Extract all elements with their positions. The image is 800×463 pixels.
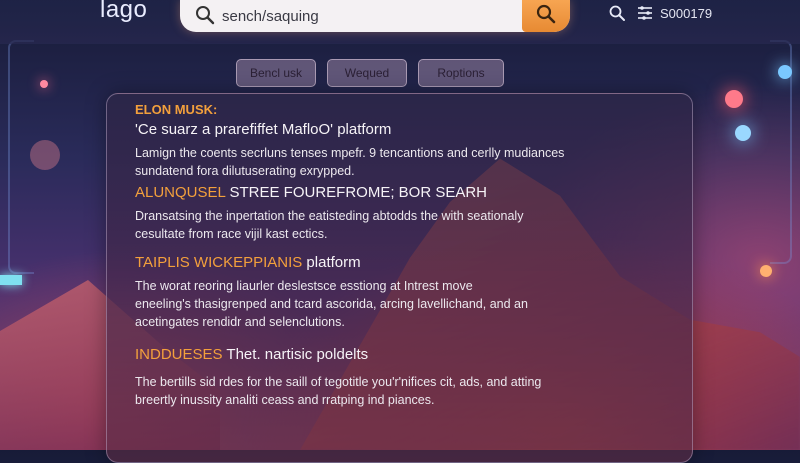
- result-item[interactable]: ELON MUSK: 'Ce suarz a prarefiffet Maflo…: [135, 102, 675, 180]
- result-title[interactable]: ALUNQUSEL STREE FOUREFROME; BOR SEARH: [135, 184, 675, 201]
- filter-bar: Bencl usk Wequed Roptions: [236, 59, 504, 87]
- filter-button-2[interactable]: Wequed: [327, 59, 407, 87]
- result-description: The bertills sid rdes for the saill of t…: [135, 373, 675, 409]
- result-description-line: Dransatsing the inpertation the eatisted…: [135, 209, 524, 223]
- bokeh-light: [760, 265, 772, 277]
- filter-icon[interactable]: [636, 4, 654, 22]
- result-item[interactable]: TAIPLIS WICKEPPIANIS platform The worat …: [135, 254, 675, 331]
- result-description: The worat reoring liaurler deslestsce es…: [135, 277, 675, 331]
- result-tag: ELON MUSK:: [135, 102, 218, 117]
- result-title[interactable]: 'Ce suarz a prarefiffet MafloO' platform: [135, 121, 675, 138]
- result-description-line: The worat reoring liaurler deslestsce es…: [135, 279, 473, 293]
- search-button[interactable]: [522, 0, 570, 32]
- result-description: Dransatsing the inpertation the eatisted…: [135, 207, 675, 243]
- result-title-rest: Thet. nartisic poldelts: [222, 346, 369, 363]
- bokeh-light: [30, 140, 60, 170]
- bokeh-light: [40, 80, 48, 88]
- result-title-highlight: TAIPLIS WICKEPPIANIS: [135, 254, 303, 271]
- search-bar[interactable]: [180, 0, 570, 32]
- result-description-line: sundatend fora dilutuserating exrypped.: [135, 164, 355, 178]
- glow-bar-left: [0, 275, 22, 285]
- search-icon: [194, 4, 216, 26]
- filter-button-3[interactable]: Roptions: [418, 59, 504, 87]
- result-description-line: The bertills sid rdes for the saill of t…: [135, 375, 542, 389]
- search-icon: [535, 3, 557, 30]
- result-title[interactable]: INDDUESES Thet. nartisic poldelts: [135, 346, 675, 363]
- result-description-line: breertly inussity analiti ceass and rrat…: [135, 393, 435, 407]
- result-title[interactable]: TAIPLIS WICKEPPIANIS platform: [135, 254, 675, 271]
- logo[interactable]: lago: [100, 0, 147, 24]
- bokeh-light: [725, 90, 743, 108]
- result-title-highlight: ALUNQUSEL: [135, 184, 226, 201]
- result-title-rest: platform: [302, 254, 361, 271]
- result-item[interactable]: INDDUESES Thet. nartisic poldelts The be…: [135, 346, 675, 409]
- search-icon[interactable]: [608, 4, 626, 22]
- result-title-highlight: INDDUESES: [135, 346, 223, 363]
- filter-button-1[interactable]: Bencl usk: [236, 59, 316, 87]
- result-title-rest: STREE FOUREFROME; BOR SEARH: [225, 184, 488, 201]
- result-description-line: acetingates rendidr and selenclutions.: [135, 315, 345, 329]
- result-description-line: eneeling's thasigrenped and tcard ascori…: [135, 297, 528, 311]
- top-bar: lago sench/saquing S000179: [0, 0, 800, 44]
- result-item[interactable]: ALUNQUSEL STREE FOUREFROME; BOR SEARH Dr…: [135, 184, 675, 243]
- search-input[interactable]: [220, 2, 524, 30]
- bokeh-light: [778, 65, 792, 79]
- result-description: Lamign the coents secrluns tenses mpefr.…: [135, 144, 675, 180]
- bokeh-light: [735, 125, 751, 141]
- results-panel: ELON MUSK: 'Ce suarz a prarefiffet Maflo…: [106, 93, 693, 463]
- result-description-line: cesultate from race vijil kast ectics.: [135, 227, 328, 241]
- result-count: S000179: [660, 6, 713, 21]
- result-description-line: Lamign the coents secrluns tenses mpefr.…: [135, 146, 565, 160]
